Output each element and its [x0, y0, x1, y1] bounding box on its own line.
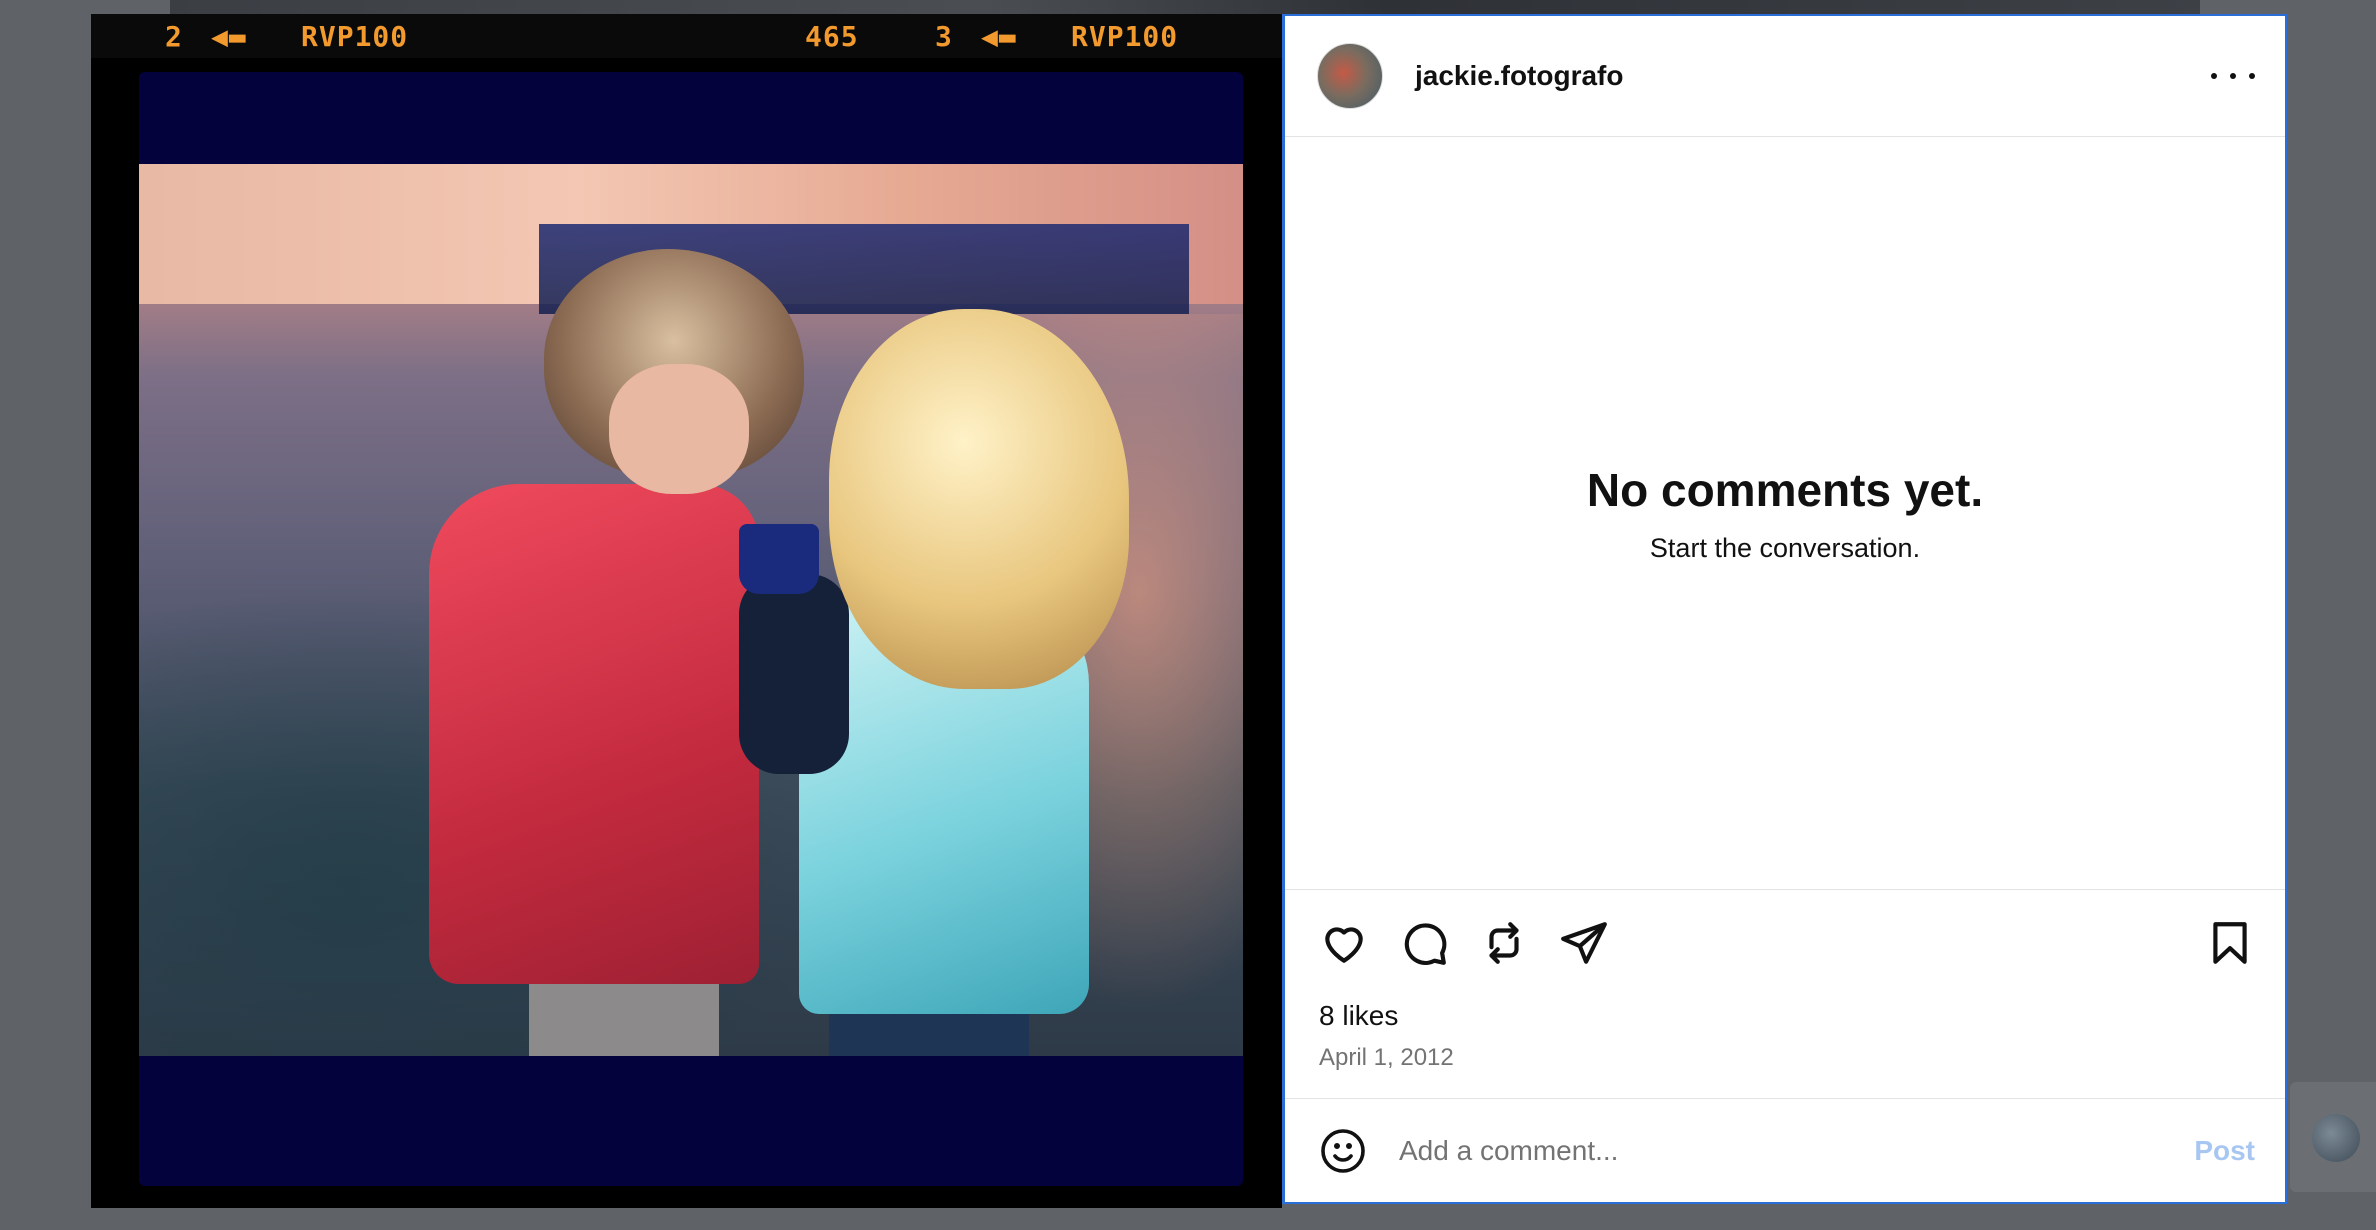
photo-image — [139, 164, 1243, 1056]
likes-count[interactable]: 8 likes — [1285, 1000, 2285, 1032]
save-button[interactable] — [2205, 918, 2255, 968]
share-button[interactable] — [1559, 918, 1609, 968]
comment-icon — [1404, 923, 1447, 965]
emoji-icon — [1321, 1128, 1365, 1173]
film-label-right: RVP100 — [1071, 20, 1179, 53]
bookmark-icon — [2213, 922, 2247, 964]
post-date[interactable]: April 1, 2012 — [1285, 1044, 2285, 1072]
film-counter: 465 — [805, 20, 859, 53]
film-arrow-icon: ◀▬ — [211, 20, 247, 53]
repost-icon — [1489, 922, 1519, 964]
background-feed-thumbnail — [2290, 1082, 2376, 1192]
background-avatar — [2312, 1114, 2360, 1162]
post-modal: 2 ◀▬ RVP100 465 3 ◀▬ RVP100 jackie.fotog… — [91, 14, 2287, 1208]
empty-comments-title: No comments yet. — [1586, 463, 1984, 516]
share-icon — [1561, 922, 1607, 964]
post-comment-button[interactable]: Post — [2194, 1135, 2255, 1167]
more-icon — [2211, 73, 2217, 79]
action-bar — [1285, 890, 2285, 996]
post-header: jackie.fotografo — [1285, 16, 2285, 137]
comment-input[interactable] — [1397, 1133, 2195, 1168]
more-options-button[interactable] — [2211, 61, 2255, 91]
post-side-panel: jackie.fotografo No comments yet. Start … — [1282, 14, 2287, 1204]
avatar[interactable] — [1317, 43, 1383, 109]
empty-comments-subtitle: Start the conversation. — [1649, 532, 1921, 563]
comments-area: No comments yet. Start the conversation. — [1285, 137, 2285, 890]
film-frame-number-right: 3 — [935, 20, 953, 53]
comment-button[interactable] — [1399, 918, 1449, 968]
film-label-left: RVP100 — [301, 20, 409, 53]
film-arrow-icon: ◀▬ — [981, 20, 1017, 53]
film-frame-number-left: 2 — [165, 20, 183, 53]
emoji-button[interactable] — [1319, 1127, 1367, 1175]
heart-icon — [1325, 927, 1363, 963]
post-photo[interactable]: 2 ◀▬ RVP100 465 3 ◀▬ RVP100 — [91, 14, 1282, 1208]
username[interactable]: jackie.fotografo — [1415, 60, 1623, 92]
film-strip-header: 2 ◀▬ RVP100 465 3 ◀▬ RVP100 — [91, 14, 1282, 58]
like-button[interactable] — [1319, 918, 1369, 968]
background-feed-strip — [170, 0, 2200, 14]
comment-bar: Post — [1285, 1098, 2285, 1202]
repost-button[interactable] — [1479, 918, 1529, 968]
